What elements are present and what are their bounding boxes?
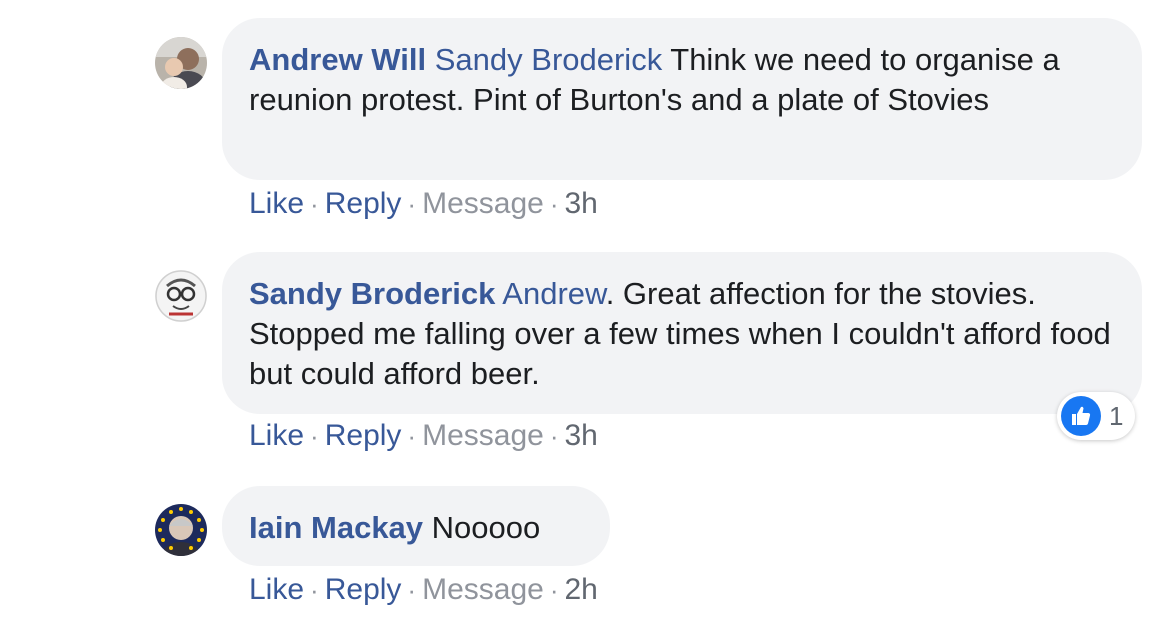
reply-button[interactable]: Reply [325, 573, 402, 606]
separator: · [310, 189, 319, 219]
reaction-summary[interactable]: 1 [1057, 392, 1136, 440]
message-button[interactable]: Message [422, 573, 544, 606]
separator: · [310, 421, 319, 451]
avatar[interactable] [155, 504, 207, 556]
avatar[interactable] [155, 37, 207, 89]
thumbs-up-icon [1061, 396, 1101, 436]
like-button[interactable]: Like [249, 419, 304, 452]
profile-caricature-icon [155, 270, 207, 322]
comment-bubble: Iain Mackay Nooooo [222, 486, 610, 566]
comment-actions: Like · Reply · Message · 2h [249, 573, 598, 607]
message-button[interactable]: Message [422, 419, 544, 452]
profile-photo-eu-stars-icon [155, 504, 207, 556]
like-button[interactable]: Like [249, 573, 304, 606]
comment-author-link[interactable]: Iain Mackay [249, 510, 423, 545]
comment-thread: Andrew Will Sandy Broderick Think we nee… [0, 0, 1156, 618]
separator: · [549, 421, 559, 451]
comment-actions: Like · Reply · Message · 3h [249, 187, 598, 221]
separator: · [407, 421, 417, 451]
avatar[interactable] [155, 270, 207, 322]
comment-bubble: Sandy Broderick Andrew. Great affection … [222, 252, 1142, 414]
separator: · [549, 575, 559, 605]
like-button[interactable]: Like [249, 187, 304, 220]
separator: · [407, 575, 417, 605]
comment-timestamp[interactable]: 3h [565, 419, 598, 452]
reaction-count: 1 [1109, 400, 1124, 431]
profile-photo-icon [155, 37, 207, 89]
comment-bubble: Andrew Will Sandy Broderick Think we nee… [222, 18, 1142, 180]
separator: · [310, 575, 319, 605]
comment-text: Nooooo [423, 510, 541, 545]
comment-author-link[interactable]: Andrew Will [249, 42, 426, 77]
comment-actions: Like · Reply · Message · 3h [249, 419, 598, 453]
comment-author-link[interactable]: Sandy Broderick [249, 276, 495, 311]
reply-button[interactable]: Reply [325, 419, 402, 452]
separator: · [549, 189, 559, 219]
reply-button[interactable]: Reply [325, 187, 402, 220]
mention-link[interactable]: Andrew [502, 276, 605, 311]
message-button[interactable]: Message [422, 187, 544, 220]
comment-timestamp[interactable]: 3h [565, 187, 598, 220]
separator: · [407, 189, 417, 219]
mention-link[interactable]: Sandy Broderick [435, 42, 662, 77]
comment-timestamp[interactable]: 2h [565, 573, 598, 606]
